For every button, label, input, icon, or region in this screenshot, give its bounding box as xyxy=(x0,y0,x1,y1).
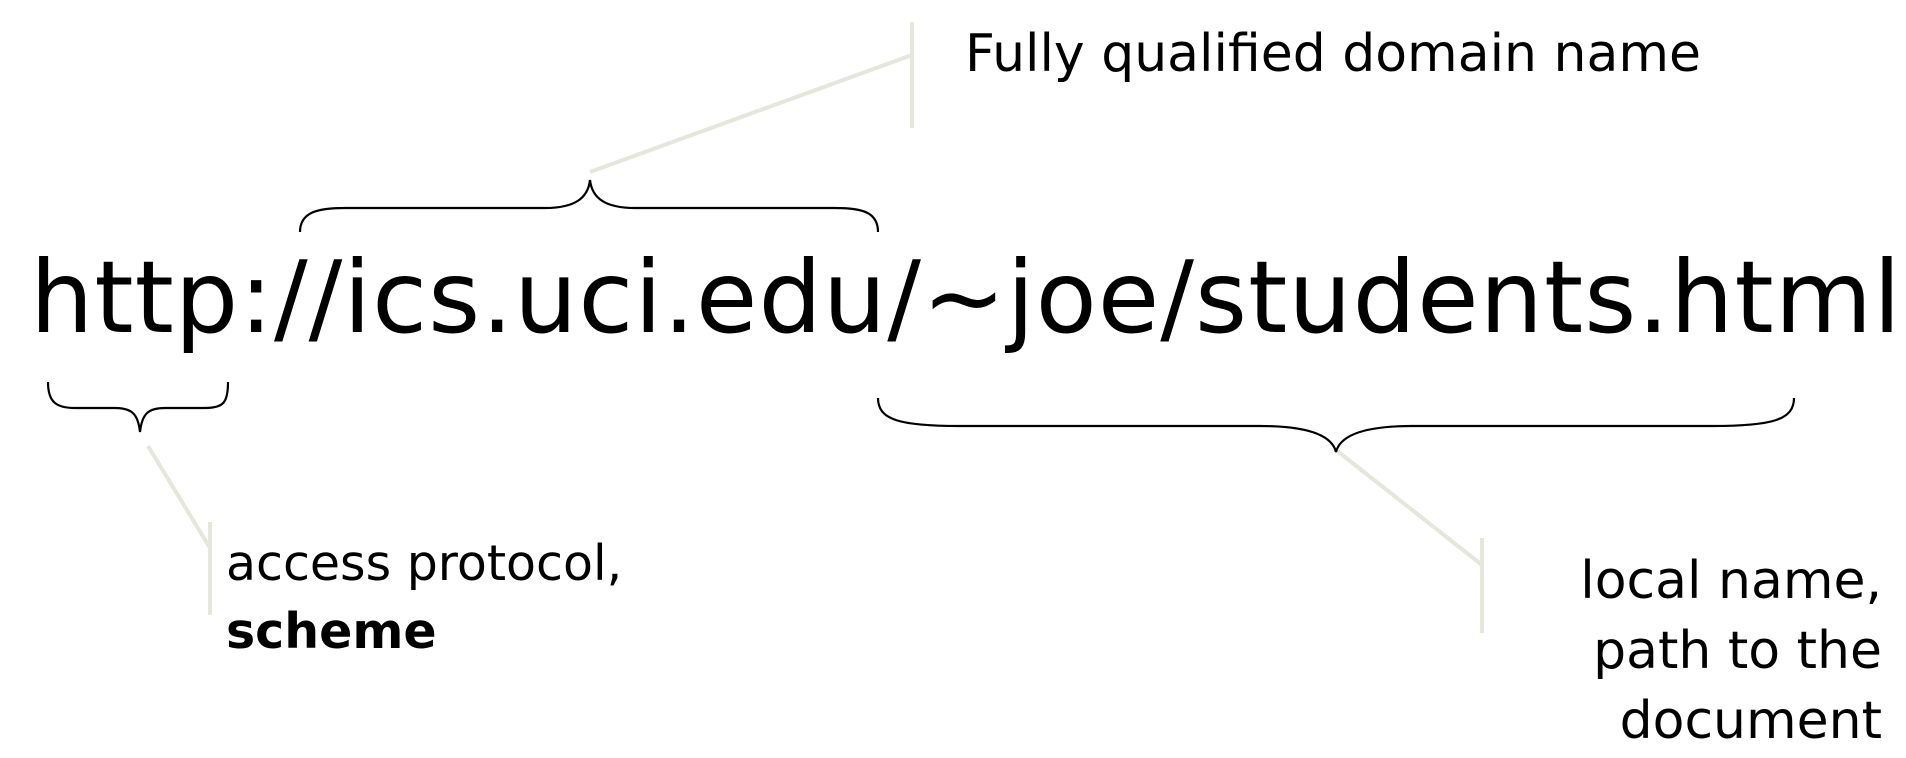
scheme-label-line-2: scheme xyxy=(226,603,437,660)
path-brace xyxy=(876,397,1796,453)
local-leader-line xyxy=(1334,448,1484,633)
scheme-leader-line xyxy=(146,444,212,615)
fqdn-label: Fully qualified domain name xyxy=(965,24,1701,84)
scheme-label-line-1: access protocol, xyxy=(226,535,623,592)
scheme-label: access protocol, scheme xyxy=(226,530,622,666)
scheme-brace xyxy=(46,381,230,433)
url-text: http://ics.uci.edu/~joe/students.html xyxy=(30,239,1902,356)
local-label-line-1: local name, xyxy=(1580,551,1882,611)
domain-brace xyxy=(298,179,880,233)
fqdn-leader-line xyxy=(589,22,914,174)
local-label-line-2: path to the xyxy=(1593,621,1882,681)
local-label-line-3: document xyxy=(1619,691,1882,751)
local-name-label: local name, path to the document xyxy=(1580,546,1882,756)
